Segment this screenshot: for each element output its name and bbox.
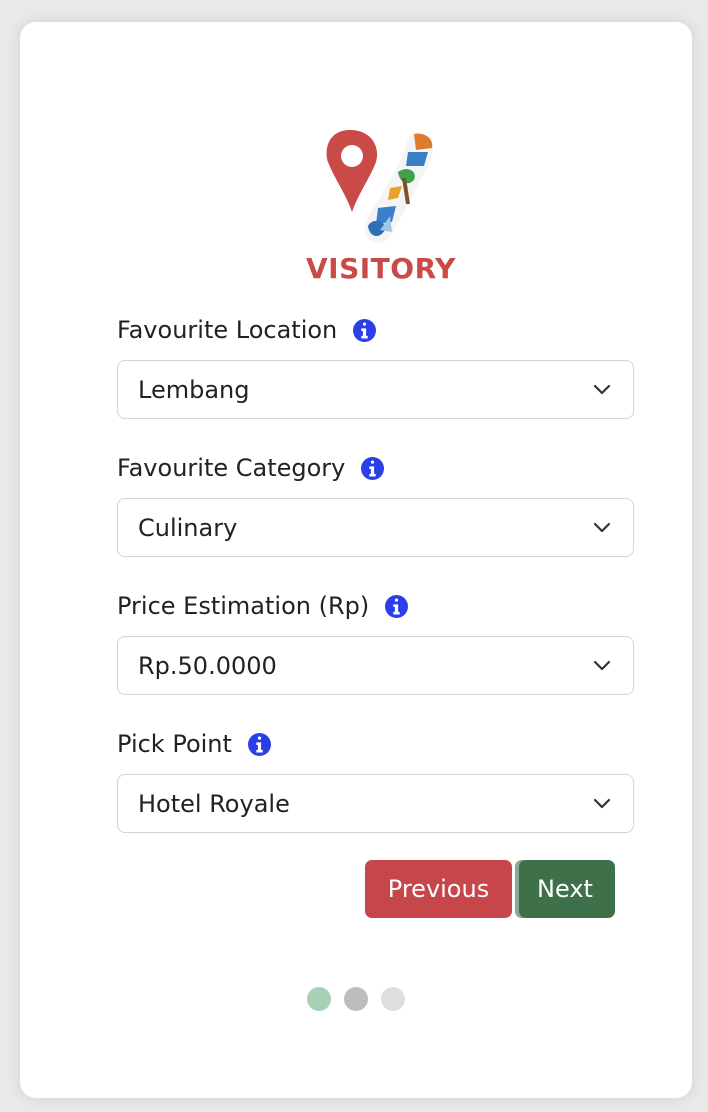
price-estimation-label-text: Price Estimation (Rp) xyxy=(117,592,370,620)
price-estimation-value: Rp.50.0000 xyxy=(138,651,277,680)
chevron-down-icon xyxy=(593,522,611,532)
favourite-location-label: Favourite Location xyxy=(117,316,377,344)
info-icon[interactable] xyxy=(361,456,385,480)
info-icon[interactable] xyxy=(353,318,377,342)
chevron-down-icon xyxy=(593,798,611,808)
pick-point-label-text: Pick Point xyxy=(117,730,232,758)
favourite-category-label-text: Favourite Category xyxy=(117,454,346,482)
step-indicator xyxy=(307,987,405,1011)
step-dot-active[interactable] xyxy=(307,987,331,1011)
chevron-down-icon xyxy=(593,384,611,394)
visitory-logo: VISITORY xyxy=(306,126,456,298)
favourite-category-value: Culinary xyxy=(138,513,238,542)
onboarding-card: VISITORY Favourite Location Lembang Favo… xyxy=(20,22,692,1098)
previous-button[interactable]: Previous xyxy=(365,860,512,918)
info-icon[interactable] xyxy=(385,594,409,618)
favourite-location-select[interactable]: Lembang xyxy=(117,360,634,419)
pick-point-value: Hotel Royale xyxy=(138,789,290,818)
favourite-category-select[interactable]: Culinary xyxy=(117,498,634,557)
pick-point-label: Pick Point xyxy=(117,732,271,756)
logo-mark-icon xyxy=(326,130,433,243)
favourite-category-label: Favourite Category xyxy=(117,454,385,482)
step-dot[interactable] xyxy=(344,987,368,1011)
step-dot[interactable] xyxy=(381,987,405,1011)
favourite-location-value: Lembang xyxy=(138,375,250,404)
favourite-location-label-text: Favourite Location xyxy=(117,316,338,344)
next-button[interactable]: Next xyxy=(515,860,615,918)
chevron-down-icon xyxy=(593,660,611,670)
brand-name: VISITORY xyxy=(306,252,456,285)
pick-point-select[interactable]: Hotel Royale xyxy=(117,774,634,833)
price-estimation-select[interactable]: Rp.50.0000 xyxy=(117,636,634,695)
price-estimation-label: Price Estimation (Rp) xyxy=(117,592,409,620)
info-icon[interactable] xyxy=(247,732,271,756)
